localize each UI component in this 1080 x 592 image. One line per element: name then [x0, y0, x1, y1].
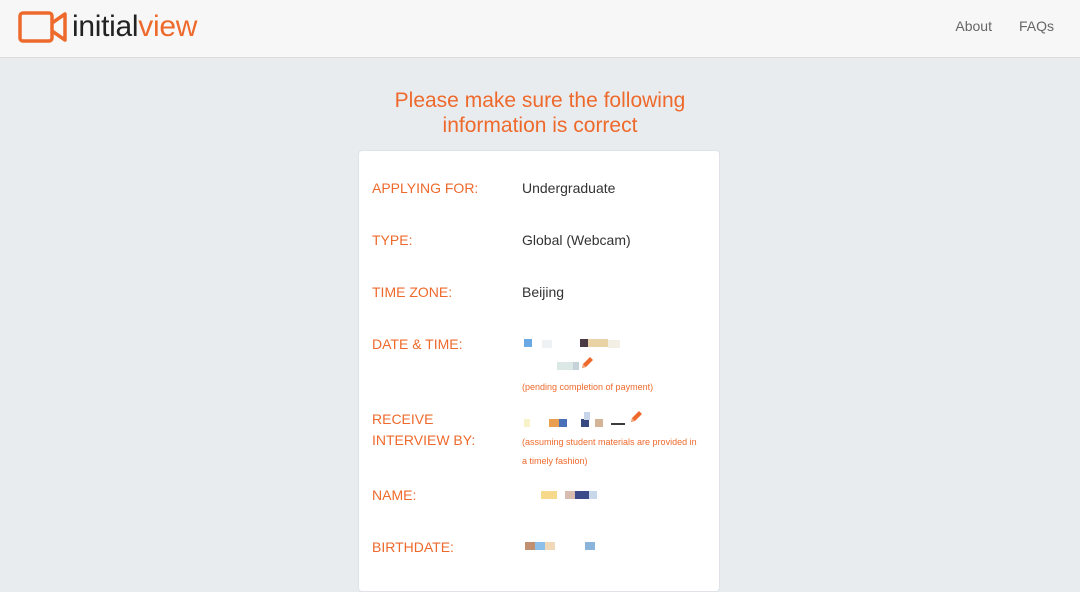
- type-value: Global (Webcam): [522, 232, 631, 248]
- receive-interview-by-note: (assuming student materials are provided…: [522, 433, 712, 471]
- edit-date-time-pencil-icon[interactable]: [580, 356, 594, 370]
- applying-for-label: APPLYING FOR:: [372, 180, 479, 196]
- nav-link-about[interactable]: About: [955, 18, 992, 34]
- initialview-logo[interactable]: initialview: [18, 9, 197, 45]
- type-label: TYPE:: [372, 232, 413, 248]
- receive-interview-by-label: RECEIVE INTERVIEW BY:: [372, 409, 475, 451]
- page-heading: Please make sure the following informati…: [290, 88, 790, 138]
- logo-text-initial: initial: [72, 10, 139, 43]
- main-nav: About FAQs: [955, 18, 1054, 34]
- logo-wordmark: initialview: [72, 9, 197, 45]
- applying-for-value: Undergraduate: [522, 180, 616, 196]
- receive-interview-by-note-line-1: (assuming student materials are provided…: [522, 437, 697, 447]
- edit-receive-interview-by-pencil-icon[interactable]: [629, 410, 643, 424]
- receive-interview-by-note-line-2: a timely fashion): [522, 456, 588, 466]
- video-camera-icon: [18, 11, 67, 43]
- time-zone-label: TIME ZONE:: [372, 284, 453, 300]
- nav-link-faqs[interactable]: FAQs: [1019, 18, 1054, 34]
- date-time-label: DATE & TIME:: [372, 336, 463, 352]
- receive-interview-by-label-line-1: RECEIVE: [372, 411, 434, 427]
- page-heading-line-1: Please make sure the following: [394, 89, 686, 112]
- date-time-note: (pending completion of payment): [522, 382, 654, 392]
- receive-interview-by-label-line-2: INTERVIEW BY:: [372, 432, 476, 448]
- logo-text-view: view: [138, 10, 198, 43]
- birthdate-label: BIRTHDATE:: [372, 539, 454, 555]
- name-label: NAME:: [372, 487, 417, 503]
- time-zone-value: Beijing: [522, 284, 565, 300]
- top-navbar: initialview About FAQs: [0, 0, 1080, 58]
- page-heading-line-2: information is correct: [442, 114, 638, 137]
- confirmation-card: APPLYING FOR: Undergraduate TYPE: Global…: [358, 150, 720, 592]
